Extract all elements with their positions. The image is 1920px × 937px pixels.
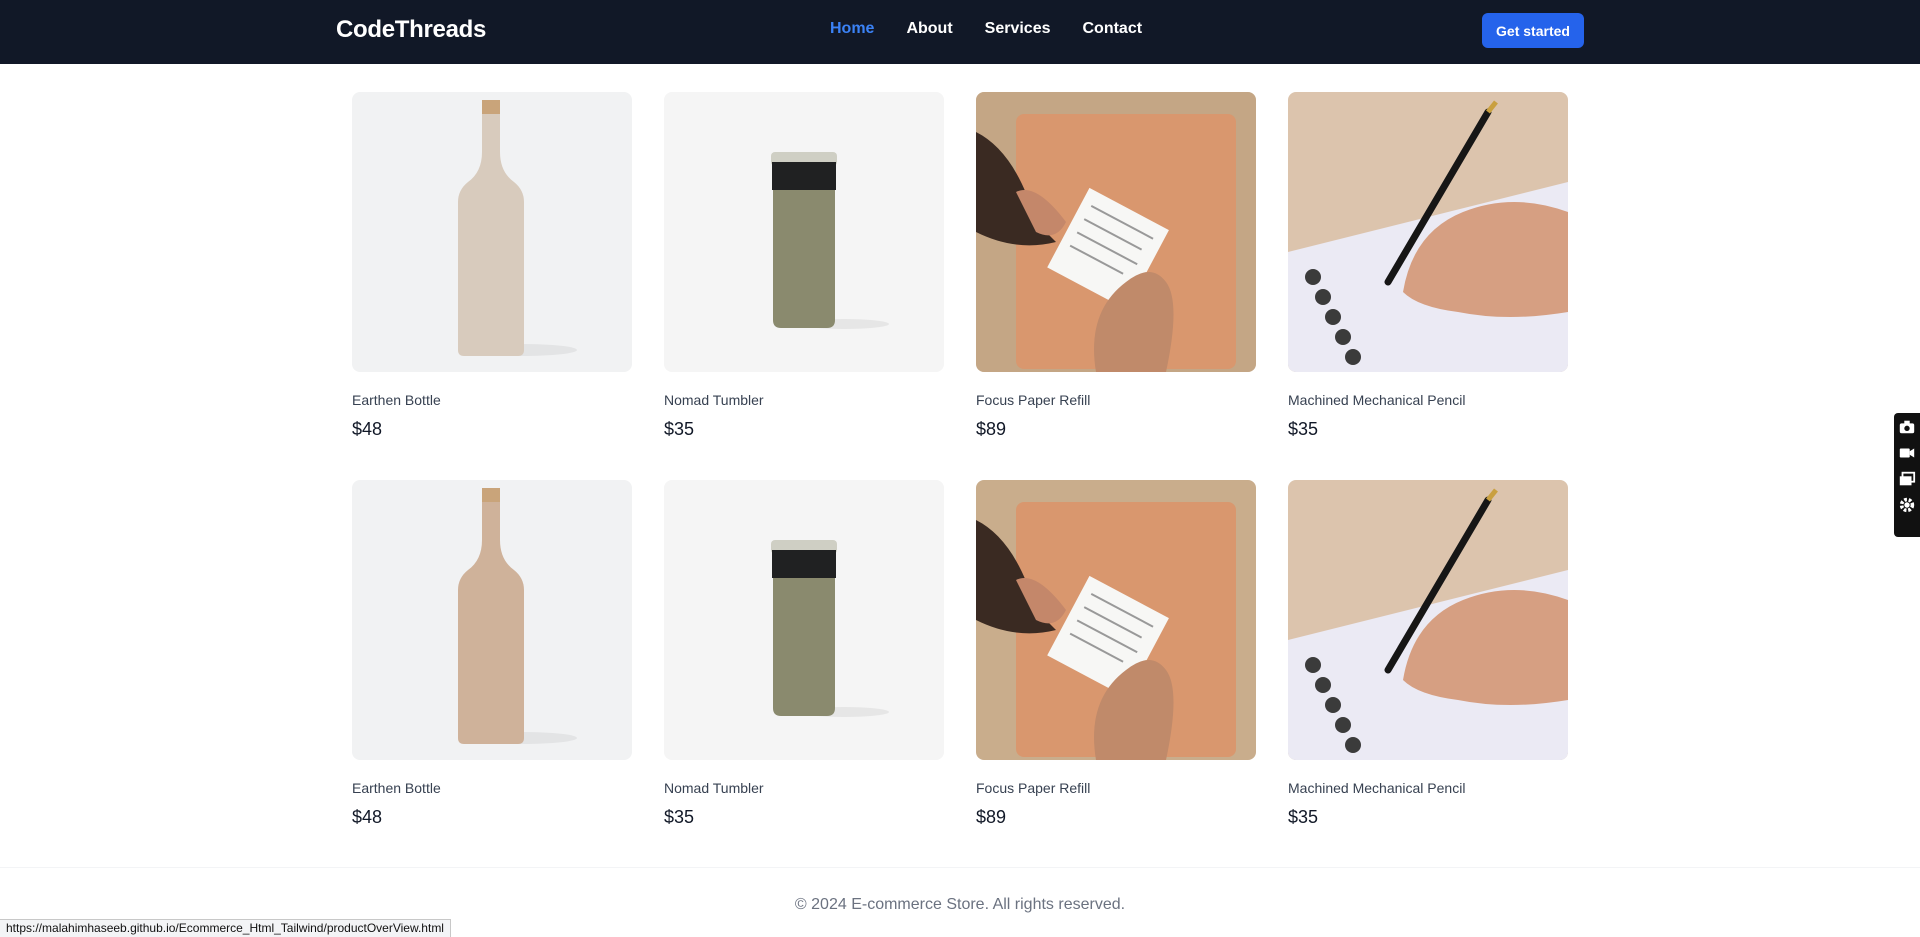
product-grid: Earthen Bottle $48 Nomad Tumbler $35 Foc… [352, 92, 1570, 834]
product-name: Earthen Bottle [352, 780, 441, 796]
browser-status-url: https://malahimhaseeb.github.io/Ecommerc… [0, 919, 451, 937]
earthen-bottle-image[interactable] [352, 92, 632, 372]
product-name: Focus Paper Refill [976, 780, 1091, 796]
nav-link-home[interactable]: Home [830, 20, 874, 38]
product-card[interactable]: Machined Mechanical Pencil $35 [1288, 92, 1568, 446]
mechanical-pencil-image[interactable] [1288, 480, 1568, 760]
footer-copyright: © 2024 E-commerce Store. All rights rese… [794, 896, 1126, 913]
product-card[interactable]: Focus Paper Refill $89 [976, 92, 1256, 446]
mechanical-pencil-image[interactable] [1288, 92, 1568, 372]
product-price: $48 [352, 807, 383, 827]
main-nav: Home About Services Contact [830, 20, 1142, 38]
brand-logo[interactable]: CodeThreads [336, 16, 486, 44]
product-name: Machined Mechanical Pencil [1288, 392, 1466, 408]
product-card[interactable]: Nomad Tumbler $35 [664, 92, 944, 446]
video-icon[interactable] [1897, 443, 1917, 463]
focus-paper-refill-image[interactable] [976, 92, 1256, 372]
product-name: Nomad Tumbler [664, 780, 764, 796]
nav-link-contact[interactable]: Contact [1083, 20, 1143, 38]
windows-icon[interactable] [1897, 469, 1917, 489]
product-price: $48 [352, 419, 383, 439]
side-toolbar [1894, 413, 1920, 537]
product-card[interactable]: Nomad Tumbler $35 [664, 480, 944, 834]
product-price: $35 [1288, 419, 1319, 439]
product-price: $35 [1288, 807, 1319, 827]
product-price: $35 [664, 419, 695, 439]
product-name: Earthen Bottle [352, 392, 441, 408]
get-started-button[interactable]: Get started [1482, 13, 1584, 48]
product-name: Nomad Tumbler [664, 392, 764, 408]
product-card[interactable]: Earthen Bottle $48 [352, 480, 632, 834]
product-price: $89 [976, 419, 1007, 439]
footer-divider [0, 867, 1920, 868]
settings-icon[interactable] [1897, 495, 1917, 515]
product-name: Focus Paper Refill [976, 392, 1091, 408]
nav-link-about[interactable]: About [906, 20, 952, 38]
product-name: Machined Mechanical Pencil [1288, 780, 1466, 796]
product-price: $89 [976, 807, 1007, 827]
product-card[interactable]: Earthen Bottle $48 [352, 92, 632, 446]
nomad-tumbler-image[interactable] [664, 92, 944, 372]
product-card[interactable]: Focus Paper Refill $89 [976, 480, 1256, 834]
earthen-bottle-image[interactable] [352, 480, 632, 760]
nav-link-services[interactable]: Services [985, 20, 1051, 38]
focus-paper-refill-image[interactable] [976, 480, 1256, 760]
product-price: $35 [664, 807, 695, 827]
product-card[interactable]: Machined Mechanical Pencil $35 [1288, 480, 1568, 834]
nomad-tumbler-image[interactable] [664, 480, 944, 760]
top-navbar: CodeThreads Home About Services Contact … [0, 0, 1920, 64]
camera-icon[interactable] [1897, 417, 1917, 437]
